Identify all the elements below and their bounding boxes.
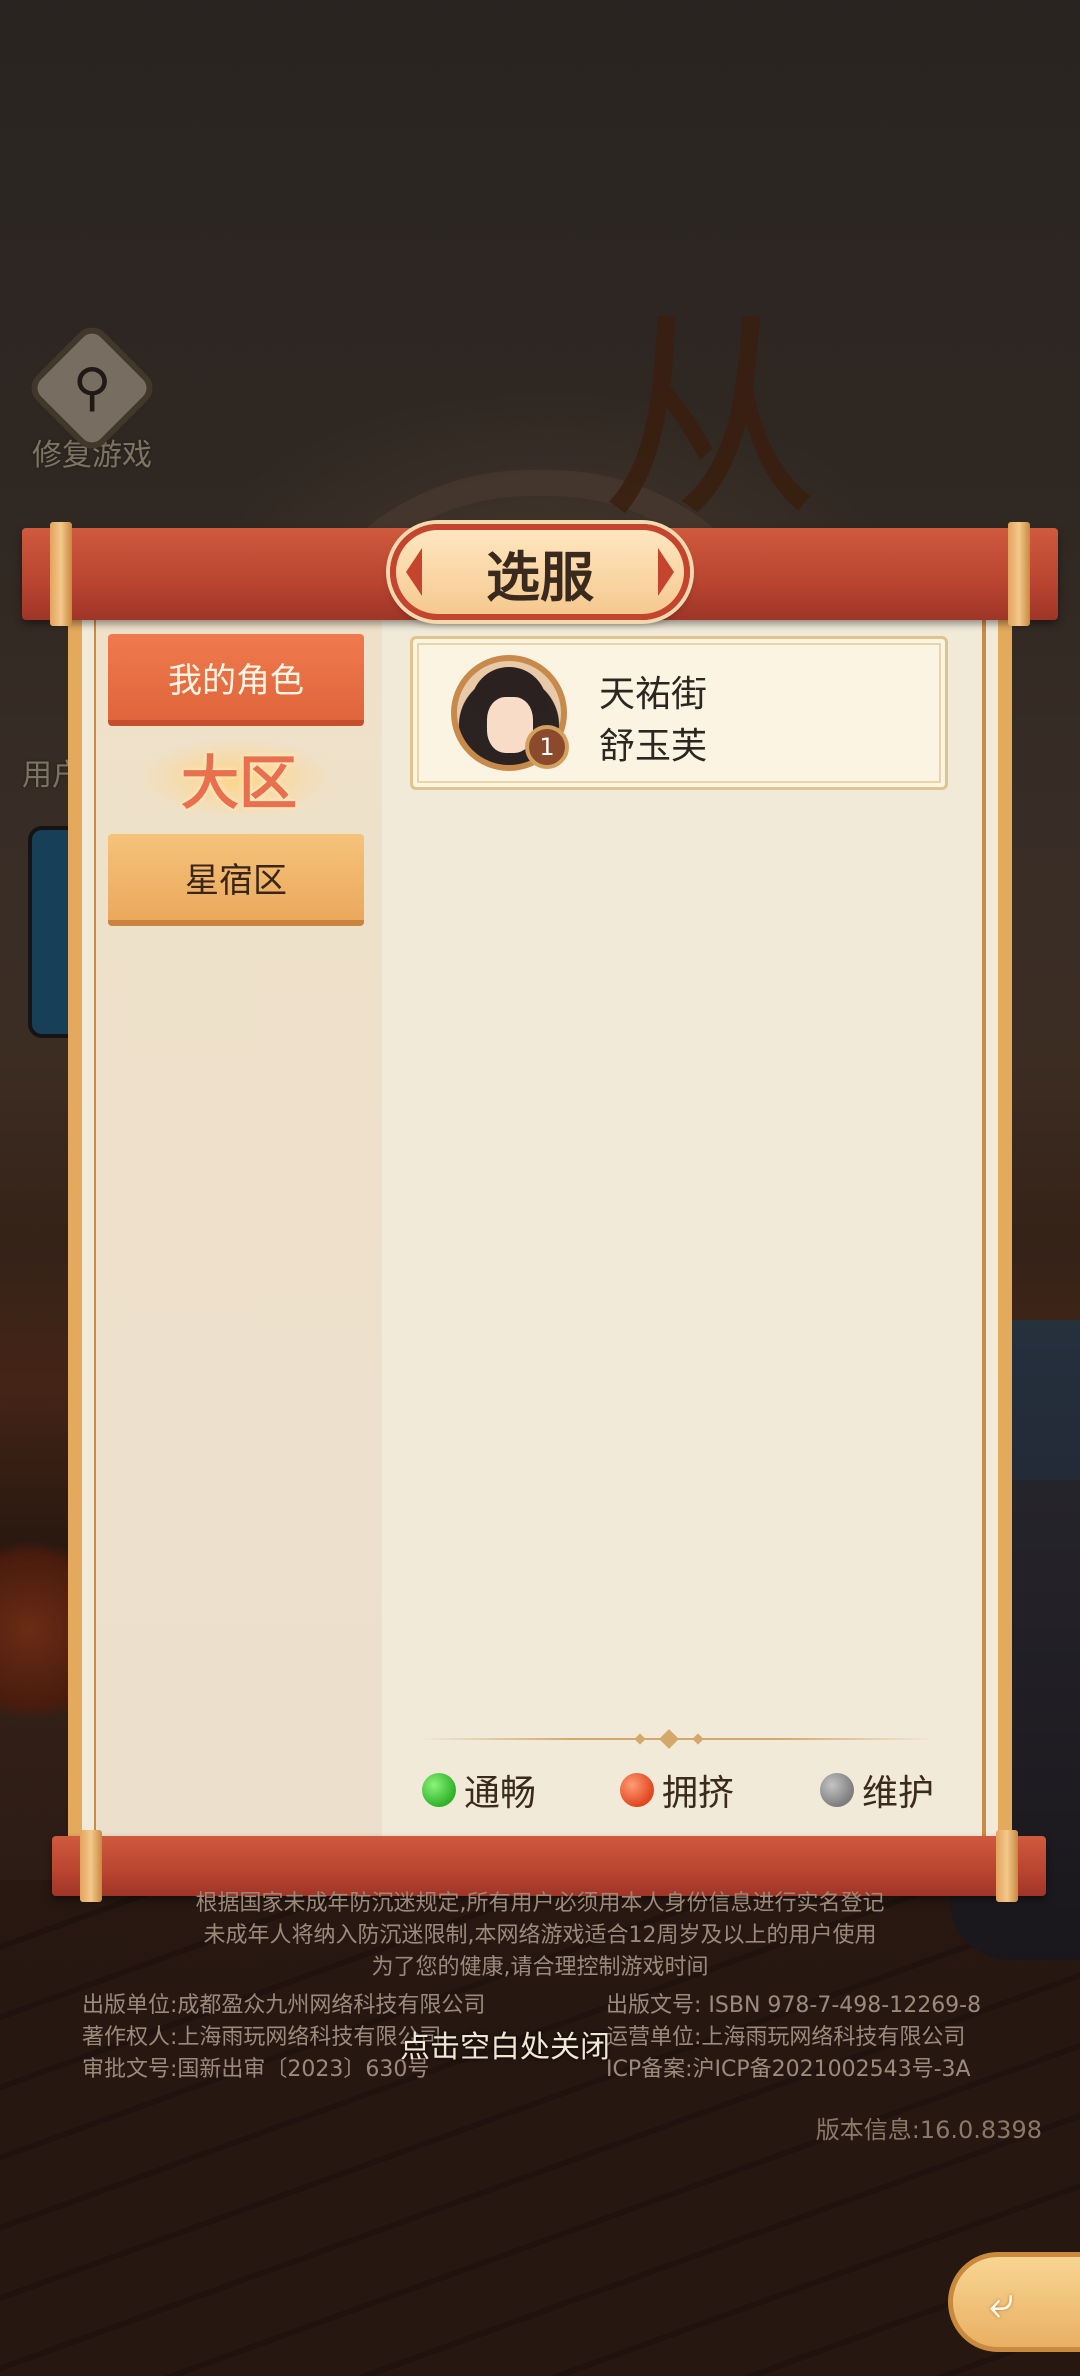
legend-divider <box>396 1729 956 1749</box>
status-dot-red-icon <box>620 1773 654 1807</box>
legend-maintenance: 维护 <box>820 1764 934 1816</box>
anti-addiction-notice: 根据国家未成年防沉迷规定,所有用户必须用本人身份信息进行实名登记 未成年人将纳入… <box>195 1891 885 1980</box>
panel-title: 选服 <box>486 544 594 609</box>
character-name: 舒玉芙 <box>599 726 708 767</box>
tap-blank-to-close-hint: 点击空白处关闭 <box>400 2030 610 2065</box>
version-info: 版本信息:16.0.8398 <box>815 2116 1042 2144</box>
server-list: 1 天祐街 舒玉芙 通畅 拥挤 维护 <box>396 616 976 1836</box>
region-tab-column: 我的角色 大区 星宿区 <box>96 616 382 1836</box>
scroll-rod-bottom <box>52 1830 1046 1902</box>
region-header-text: 大区 <box>180 749 297 817</box>
region-header: 大区 <box>96 738 382 818</box>
panel-title-plaque: 选服 <box>390 524 690 620</box>
tab-xingxiu-region[interactable]: 星宿区 <box>108 834 364 926</box>
legend-smooth: 通畅 <box>422 1764 536 1816</box>
status-dot-green-icon <box>422 1773 456 1807</box>
back-button[interactable]: ⤶ <box>948 2252 1080 2352</box>
level-badge: 1 <box>525 725 569 769</box>
status-dot-gray-icon <box>820 1773 854 1807</box>
return-arrow-icon: ⤶ <box>989 2276 1014 2328</box>
role-card[interactable]: 1 天祐街 舒玉芙 <box>410 636 948 790</box>
server-name: 天祐街 <box>599 674 708 715</box>
legend-crowded: 拥挤 <box>620 1764 734 1816</box>
tab-my-roles[interactable]: 我的角色 <box>108 634 364 726</box>
